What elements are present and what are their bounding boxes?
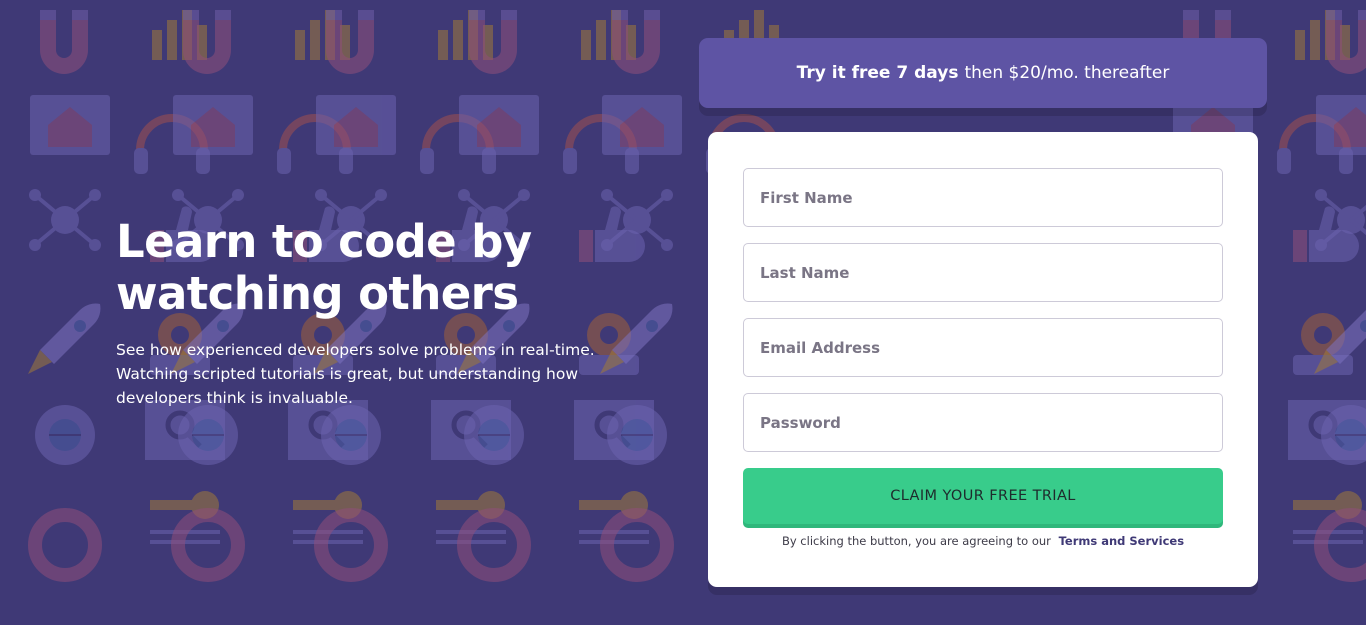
terms-link[interactable]: Terms and Services xyxy=(1059,534,1184,548)
signup-form: First Name Last Name Email Address Passw… xyxy=(708,132,1258,587)
hero: Learn to code by watching others See how… xyxy=(116,216,636,410)
first-name-placeholder: First Name xyxy=(760,188,853,207)
promo-rest-text: then $20/mo. thereafter xyxy=(964,63,1170,83)
hero-title-line-1: Learn to code by xyxy=(116,215,532,268)
password-field[interactable]: Password xyxy=(743,393,1223,452)
email-placeholder: Email Address xyxy=(760,338,881,357)
last-name-field[interactable]: Last Name xyxy=(743,243,1223,302)
terms-notice: By clicking the button, you are agreeing… xyxy=(708,534,1258,548)
claim-trial-button[interactable]: CLAIM YOUR FREE TRIAL xyxy=(743,468,1223,524)
hero-title-line-2: watching others xyxy=(116,267,519,320)
first-name-field[interactable]: First Name xyxy=(743,168,1223,227)
password-placeholder: Password xyxy=(760,413,841,432)
terms-text: By clicking the button, you are agreeing… xyxy=(781,534,1051,548)
hero-title: Learn to code by watching others xyxy=(116,216,636,320)
promo-strong-text: Try it free 7 days xyxy=(796,63,959,83)
last-name-placeholder: Last Name xyxy=(760,263,850,282)
hero-description: See how experienced developers solve pro… xyxy=(116,341,595,407)
promo-banner: Try it free 7 days then $20/mo. thereaft… xyxy=(699,38,1267,108)
email-field[interactable]: Email Address xyxy=(743,318,1223,377)
